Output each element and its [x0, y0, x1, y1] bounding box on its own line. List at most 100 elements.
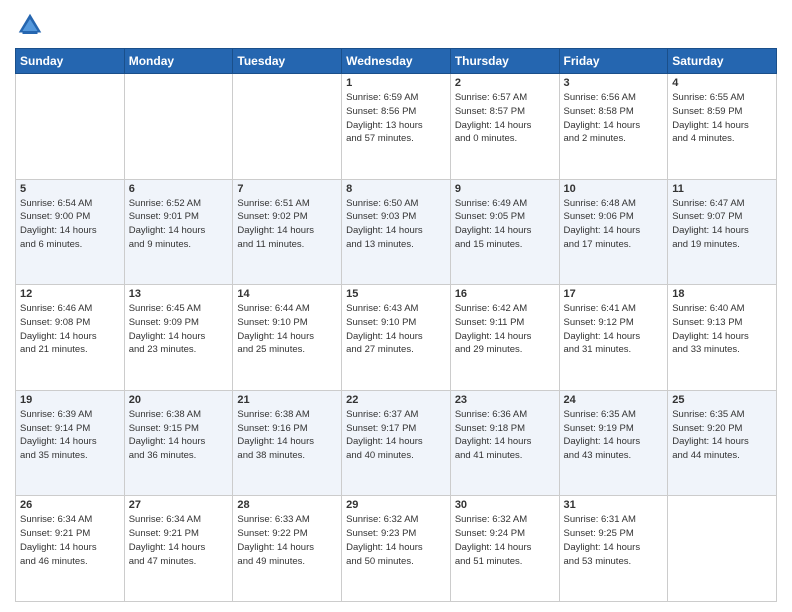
calendar-cell: [233, 74, 342, 180]
day-number: 30: [455, 499, 555, 511]
day-number: 2: [455, 77, 555, 89]
day-info: Sunrise: 6:35 AM Sunset: 9:20 PM Dayligh…: [672, 408, 772, 463]
calendar-cell: 19Sunrise: 6:39 AM Sunset: 9:14 PM Dayli…: [16, 390, 125, 496]
calendar-table: SundayMondayTuesdayWednesdayThursdayFrid…: [15, 48, 777, 602]
weekday-header-tuesday: Tuesday: [233, 49, 342, 74]
day-number: 13: [129, 288, 229, 300]
day-number: 17: [564, 288, 664, 300]
calendar-cell: 30 Sunrise: 6:32 AM Sunset: 9:24 PM Dayli…: [450, 496, 559, 602]
day-number: 6: [129, 183, 229, 195]
calendar-week-1: 5Sunrise: 6:54 AM Sunset: 9:00 PM Daylig…: [16, 179, 777, 285]
day-info: Sunrise: 6:46 AM Sunset: 9:08 PM Dayligh…: [20, 302, 120, 357]
calendar-cell: 7 Sunrise: 6:51 AM Sunset: 9:02 PM Daylig…: [233, 179, 342, 285]
day-number: 9: [455, 183, 555, 195]
header: [15, 10, 777, 40]
logo-icon: [15, 10, 45, 40]
calendar-cell: 15 Sunrise: 6:43 AM Sunset: 9:10 PM Dayli…: [342, 285, 451, 391]
day-number: 12: [20, 288, 120, 300]
day-info: Sunrise: 6:35 AM Sunset: 9:19 PM Dayligh…: [564, 408, 664, 463]
day-number: 4: [672, 77, 772, 89]
calendar-cell: [668, 496, 777, 602]
calendar-cell: 17 Sunrise: 6:41 AM Sunset: 9:12 PM Dayli…: [559, 285, 668, 391]
calendar-cell: 20 Sunrise: 6:38 AM Sunset: 9:15 PM Dayli…: [124, 390, 233, 496]
day-number: 24: [564, 394, 664, 406]
day-info: Sunrise: 6:37 AM Sunset: 9:17 PM Dayligh…: [346, 408, 446, 463]
weekday-header-sunday: Sunday: [16, 49, 125, 74]
calendar-cell: 6 Sunrise: 6:52 AM Sunset: 9:01 PM Daylig…: [124, 179, 233, 285]
day-number: 25: [672, 394, 772, 406]
day-number: 27: [129, 499, 229, 511]
weekday-header-thursday: Thursday: [450, 49, 559, 74]
day-number: 3: [564, 77, 664, 89]
day-number: 11: [672, 183, 772, 195]
calendar-cell: 8 Sunrise: 6:50 AM Sunset: 9:03 PM Daylig…: [342, 179, 451, 285]
day-info: Sunrise: 6:45 AM Sunset: 9:09 PM Dayligh…: [129, 302, 229, 357]
calendar-week-0: 1Sunrise: 6:59 AM Sunset: 8:56 PM Daylig…: [16, 74, 777, 180]
calendar-cell: [124, 74, 233, 180]
day-number: 14: [237, 288, 337, 300]
calendar-cell: 21 Sunrise: 6:38 AM Sunset: 9:16 PM Dayli…: [233, 390, 342, 496]
day-number: 26: [20, 499, 120, 511]
calendar-week-4: 26Sunrise: 6:34 AM Sunset: 9:21 PM Dayli…: [16, 496, 777, 602]
day-info: Sunrise: 6:38 AM Sunset: 9:15 PM Dayligh…: [129, 408, 229, 463]
calendar-cell: 25 Sunrise: 6:35 AM Sunset: 9:20 PM Dayli…: [668, 390, 777, 496]
day-info: Sunrise: 6:52 AM Sunset: 9:01 PM Dayligh…: [129, 197, 229, 252]
calendar-cell: 27Sunrise: 6:34 AM Sunset: 9:21 PM Dayli…: [124, 496, 233, 602]
calendar-week-2: 12 Sunrise: 6:46 AM Sunset: 9:08 PM Dayli…: [16, 285, 777, 391]
day-info: Sunrise: 6:54 AM Sunset: 9:00 PM Dayligh…: [20, 197, 120, 252]
day-number: 31: [564, 499, 664, 511]
day-info: Sunrise: 6:36 AM Sunset: 9:18 PM Dayligh…: [455, 408, 555, 463]
day-number: 18: [672, 288, 772, 300]
calendar-cell: 14 Sunrise: 6:44 AM Sunset: 9:10 PM Dayli…: [233, 285, 342, 391]
weekday-header-monday: Monday: [124, 49, 233, 74]
day-number: 16: [455, 288, 555, 300]
day-info: Sunrise: 6:50 AM Sunset: 9:03 PM Dayligh…: [346, 197, 446, 252]
calendar-cell: 24 Sunrise: 6:35 AM Sunset: 9:19 PM Dayli…: [559, 390, 668, 496]
weekday-header-wednesday: Wednesday: [342, 49, 451, 74]
day-number: 8: [346, 183, 446, 195]
calendar-cell: 28 Sunrise: 6:33 AM Sunset: 9:22 PM Dayli…: [233, 496, 342, 602]
day-info: Sunrise: 6:56 AM Sunset: 8:58 PM Dayligh…: [564, 91, 664, 146]
calendar-cell: 2 Sunrise: 6:57 AM Sunset: 8:57 PM Daylig…: [450, 74, 559, 180]
day-info: Sunrise: 6:42 AM Sunset: 9:11 PM Dayligh…: [455, 302, 555, 357]
day-info: Sunrise: 6:55 AM Sunset: 8:59 PM Dayligh…: [672, 91, 772, 146]
weekday-header-saturday: Saturday: [668, 49, 777, 74]
day-number: 28: [237, 499, 337, 511]
logo: [15, 10, 49, 40]
day-info: Sunrise: 6:41 AM Sunset: 9:12 PM Dayligh…: [564, 302, 664, 357]
day-info: Sunrise: 6:40 AM Sunset: 9:13 PM Dayligh…: [672, 302, 772, 357]
day-number: 7: [237, 183, 337, 195]
calendar-cell: 16 Sunrise: 6:42 AM Sunset: 9:11 PM Dayli…: [450, 285, 559, 391]
day-info: Sunrise: 6:32 AM Sunset: 9:23 PM Dayligh…: [346, 513, 446, 568]
day-info: Sunrise: 6:32 AM Sunset: 9:24 PM Dayligh…: [455, 513, 555, 568]
day-number: 15: [346, 288, 446, 300]
day-number: 21: [237, 394, 337, 406]
weekday-header-row: SundayMondayTuesdayWednesdayThursdayFrid…: [16, 49, 777, 74]
day-info: Sunrise: 6:44 AM Sunset: 9:10 PM Dayligh…: [237, 302, 337, 357]
day-info: Sunrise: 6:43 AM Sunset: 9:10 PM Dayligh…: [346, 302, 446, 357]
page: SundayMondayTuesdayWednesdayThursdayFrid…: [0, 0, 792, 612]
day-info: Sunrise: 6:38 AM Sunset: 9:16 PM Dayligh…: [237, 408, 337, 463]
calendar-cell: 12 Sunrise: 6:46 AM Sunset: 9:08 PM Dayli…: [16, 285, 125, 391]
calendar-cell: 10Sunrise: 6:48 AM Sunset: 9:06 PM Dayli…: [559, 179, 668, 285]
day-info: Sunrise: 6:57 AM Sunset: 8:57 PM Dayligh…: [455, 91, 555, 146]
calendar-cell: 31 Sunrise: 6:31 AM Sunset: 9:25 PM Dayli…: [559, 496, 668, 602]
day-number: 29: [346, 499, 446, 511]
calendar-cell: 26Sunrise: 6:34 AM Sunset: 9:21 PM Dayli…: [16, 496, 125, 602]
day-info: Sunrise: 6:31 AM Sunset: 9:25 PM Dayligh…: [564, 513, 664, 568]
day-info: Sunrise: 6:47 AM Sunset: 9:07 PM Dayligh…: [672, 197, 772, 252]
day-info: Sunrise: 6:39 AM Sunset: 9:14 PM Dayligh…: [20, 408, 120, 463]
day-number: 1: [346, 77, 446, 89]
calendar-cell: 1Sunrise: 6:59 AM Sunset: 8:56 PM Daylig…: [342, 74, 451, 180]
calendar-cell: 22 Sunrise: 6:37 AM Sunset: 9:17 PM Dayli…: [342, 390, 451, 496]
calendar-cell: 11 Sunrise: 6:47 AM Sunset: 9:07 PM Dayli…: [668, 179, 777, 285]
calendar-cell: 3 Sunrise: 6:56 AM Sunset: 8:58 PM Daylig…: [559, 74, 668, 180]
calendar-cell: 4 Sunrise: 6:55 AM Sunset: 8:59 PM Daylig…: [668, 74, 777, 180]
calendar-cell: 5Sunrise: 6:54 AM Sunset: 9:00 PM Daylig…: [16, 179, 125, 285]
day-number: 22: [346, 394, 446, 406]
calendar-cell: [16, 74, 125, 180]
day-info: Sunrise: 6:33 AM Sunset: 9:22 PM Dayligh…: [237, 513, 337, 568]
day-number: 20: [129, 394, 229, 406]
day-info: Sunrise: 6:48 AM Sunset: 9:06 PM Dayligh…: [564, 197, 664, 252]
day-info: Sunrise: 6:51 AM Sunset: 9:02 PM Dayligh…: [237, 197, 337, 252]
